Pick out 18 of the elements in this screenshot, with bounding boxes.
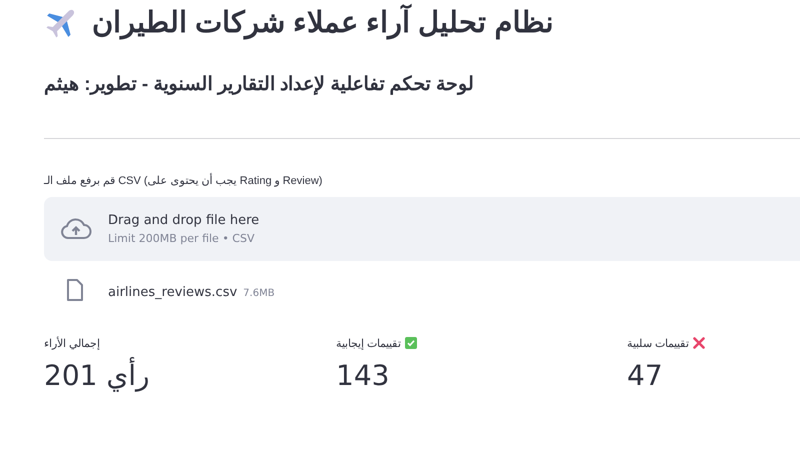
- metric-label: تقييمات إيجابية: [336, 336, 402, 350]
- metric-value: 201 رأي: [44, 359, 150, 392]
- upload-label: قم برفع ملف الـ CSV (يجب أن يحتوى على Rating و Review): [44, 174, 322, 187]
- cloud-upload-icon: [60, 218, 92, 240]
- metric-label: تقييمات سلبية: [627, 336, 690, 350]
- metric-label: إجمالي الأراء: [44, 336, 100, 350]
- file-name: airlines_reviews.csv: [108, 284, 238, 300]
- metric-value: 47: [627, 359, 663, 392]
- metric-value: 143: [336, 359, 390, 392]
- page-title: نظام تحليل آراء عملاء شركات الطيران: [92, 4, 554, 40]
- file-icon: [66, 279, 84, 301]
- check-icon: [405, 337, 418, 349]
- cross-icon: [693, 337, 706, 349]
- page-subtitle: لوحة تحكم تفاعلية لإعداد التقارير السنوية - تطوير: هيثم: [44, 73, 475, 96]
- file-limit-text: Limit 200MB per file • CSV: [108, 232, 256, 245]
- file-size: 7.6MB: [243, 288, 275, 298]
- file-dropzone[interactable]: Drag and drop file here Limit 200MB per file • CSV: [44, 197, 800, 261]
- dropzone-text: Drag and drop file here: [108, 213, 260, 228]
